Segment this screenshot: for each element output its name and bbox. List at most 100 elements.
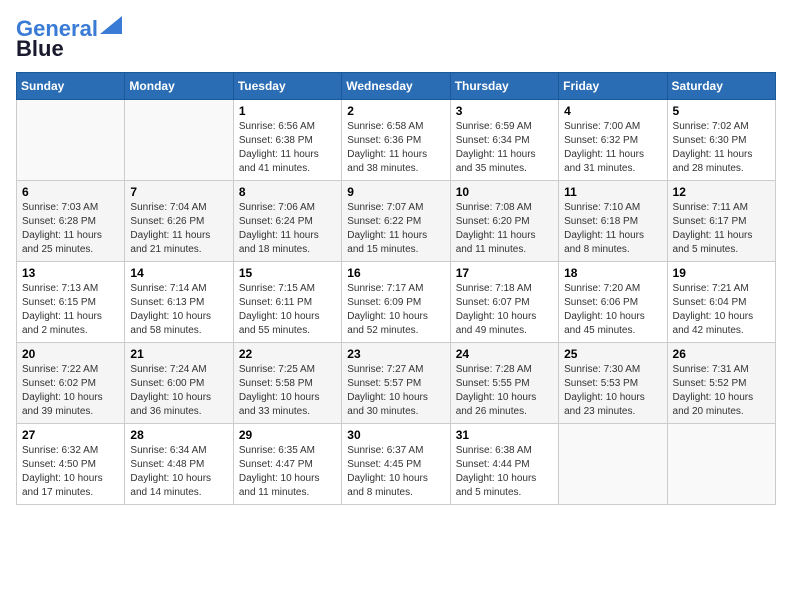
calendar-cell xyxy=(559,424,667,505)
day-number: 4 xyxy=(564,104,661,118)
day-info: Sunrise: 7:31 AM Sunset: 5:52 PM Dayligh… xyxy=(673,363,770,419)
calendar-cell: 26 Sunrise: 7:31 AM Sunset: 5:52 PM Dayli… xyxy=(667,343,775,424)
calendar-cell: 2Sunrise: 6:58 AM Sunset: 6:36 PM Daylig… xyxy=(342,100,450,181)
day-number: 17 xyxy=(456,266,553,280)
day-number: 12 xyxy=(673,185,770,199)
calendar-week-row: 27 Sunrise: 6:32 AM Sunset: 4:50 PM Dayli… xyxy=(17,424,776,505)
calendar-cell: 17 Sunrise: 7:18 AM Sunset: 6:07 PM Dayli… xyxy=(450,262,558,343)
day-info: Sunrise: 7:02 AM Sunset: 6:30 PM Dayligh… xyxy=(673,120,770,176)
day-number: 15 xyxy=(239,266,336,280)
day-info: Sunrise: 7:22 AM Sunset: 6:02 PM Dayligh… xyxy=(22,363,119,419)
calendar-cell xyxy=(125,100,233,181)
weekday-header: Thursday xyxy=(450,73,558,100)
day-info: Sunrise: 6:32 AM Sunset: 4:50 PM Dayligh… xyxy=(22,444,119,500)
day-info: Sunrise: 7:28 AM Sunset: 5:55 PM Dayligh… xyxy=(456,363,553,419)
day-number: 2 xyxy=(347,104,444,118)
calendar-cell: 19 Sunrise: 7:21 AM Sunset: 6:04 PM Dayli… xyxy=(667,262,775,343)
day-number: 27 xyxy=(22,428,119,442)
calendar-cell: 22 Sunrise: 7:25 AM Sunset: 5:58 PM Dayli… xyxy=(233,343,341,424)
calendar-cell: 4 Sunrise: 7:00 AM Sunset: 6:32 PM Daylig… xyxy=(559,100,667,181)
calendar-cell: 5 Sunrise: 7:02 AM Sunset: 6:30 PM Daylig… xyxy=(667,100,775,181)
calendar-cell: 18 Sunrise: 7:20 AM Sunset: 6:06 PM Dayli… xyxy=(559,262,667,343)
day-number: 31 xyxy=(456,428,553,442)
calendar-cell xyxy=(667,424,775,505)
calendar-cell: 25 Sunrise: 7:30 AM Sunset: 5:53 PM Dayli… xyxy=(559,343,667,424)
day-info: Sunrise: 7:17 AM Sunset: 6:09 PM Dayligh… xyxy=(347,282,444,338)
day-info: Sunrise: 7:04 AM Sunset: 6:26 PM Dayligh… xyxy=(130,201,227,257)
day-info: Sunrise: 6:56 AM Sunset: 6:38 PM Dayligh… xyxy=(239,120,336,176)
calendar-cell: 20 Sunrise: 7:22 AM Sunset: 6:02 PM Dayli… xyxy=(17,343,125,424)
calendar-cell xyxy=(17,100,125,181)
calendar-week-row: 1 Sunrise: 6:56 AM Sunset: 6:38 PM Daylig… xyxy=(17,100,776,181)
day-info: Sunrise: 7:03 AM Sunset: 6:28 PM Dayligh… xyxy=(22,201,119,257)
calendar-cell: 10 Sunrise: 7:08 AM Sunset: 6:20 PM Dayli… xyxy=(450,181,558,262)
weekday-header: Tuesday xyxy=(233,73,341,100)
day-info: Sunrise: 7:13 AM Sunset: 6:15 PM Dayligh… xyxy=(22,282,119,338)
calendar-cell: 8 Sunrise: 7:06 AM Sunset: 6:24 PM Daylig… xyxy=(233,181,341,262)
calendar-cell: 13 Sunrise: 7:13 AM Sunset: 6:15 PM Dayli… xyxy=(17,262,125,343)
day-number: 11 xyxy=(564,185,661,199)
calendar-cell: 6 Sunrise: 7:03 AM Sunset: 6:28 PM Daylig… xyxy=(17,181,125,262)
calendar-cell: 14Sunrise: 7:14 AM Sunset: 6:13 PM Dayli… xyxy=(125,262,233,343)
calendar-cell: 28 Sunrise: 6:34 AM Sunset: 4:48 PM Dayli… xyxy=(125,424,233,505)
day-number: 8 xyxy=(239,185,336,199)
day-number: 24 xyxy=(456,347,553,361)
calendar-cell: 3 Sunrise: 6:59 AM Sunset: 6:34 PM Daylig… xyxy=(450,100,558,181)
day-number: 18 xyxy=(564,266,661,280)
day-info: Sunrise: 7:30 AM Sunset: 5:53 PM Dayligh… xyxy=(564,363,661,419)
calendar-cell: 15 Sunrise: 7:15 AM Sunset: 6:11 PM Dayli… xyxy=(233,262,341,343)
day-number: 6 xyxy=(22,185,119,199)
day-info: Sunrise: 6:34 AM Sunset: 4:48 PM Dayligh… xyxy=(130,444,227,500)
day-info: Sunrise: 6:38 AM Sunset: 4:44 PM Dayligh… xyxy=(456,444,553,500)
day-number: 22 xyxy=(239,347,336,361)
day-info: Sunrise: 7:10 AM Sunset: 6:18 PM Dayligh… xyxy=(564,201,661,257)
page-header: General Blue xyxy=(16,16,776,60)
day-info: Sunrise: 7:24 AM Sunset: 6:00 PM Dayligh… xyxy=(130,363,227,419)
day-info: Sunrise: 6:35 AM Sunset: 4:47 PM Dayligh… xyxy=(239,444,336,500)
day-number: 20 xyxy=(22,347,119,361)
weekday-header: Saturday xyxy=(667,73,775,100)
calendar-table: SundayMondayTuesdayWednesdayThursdayFrid… xyxy=(16,72,776,505)
day-info: Sunrise: 7:21 AM Sunset: 6:04 PM Dayligh… xyxy=(673,282,770,338)
calendar-cell: 7Sunrise: 7:04 AM Sunset: 6:26 PM Daylig… xyxy=(125,181,233,262)
weekday-header: Monday xyxy=(125,73,233,100)
calendar-cell: 12Sunrise: 7:11 AM Sunset: 6:17 PM Dayli… xyxy=(667,181,775,262)
day-info: Sunrise: 7:20 AM Sunset: 6:06 PM Dayligh… xyxy=(564,282,661,338)
day-number: 13 xyxy=(22,266,119,280)
day-info: Sunrise: 7:18 AM Sunset: 6:07 PM Dayligh… xyxy=(456,282,553,338)
calendar-cell: 30Sunrise: 6:37 AM Sunset: 4:45 PM Dayli… xyxy=(342,424,450,505)
day-number: 9 xyxy=(347,185,444,199)
day-number: 5 xyxy=(673,104,770,118)
calendar-cell: 9 Sunrise: 7:07 AM Sunset: 6:22 PM Daylig… xyxy=(342,181,450,262)
day-number: 10 xyxy=(456,185,553,199)
calendar-cell: 23 Sunrise: 7:27 AM Sunset: 5:57 PM Dayli… xyxy=(342,343,450,424)
day-info: Sunrise: 7:27 AM Sunset: 5:57 PM Dayligh… xyxy=(347,363,444,419)
calendar-cell: 1 Sunrise: 6:56 AM Sunset: 6:38 PM Daylig… xyxy=(233,100,341,181)
calendar-cell: 24 Sunrise: 7:28 AM Sunset: 5:55 PM Dayli… xyxy=(450,343,558,424)
calendar-cell: 29Sunrise: 6:35 AM Sunset: 4:47 PM Dayli… xyxy=(233,424,341,505)
day-info: Sunrise: 7:07 AM Sunset: 6:22 PM Dayligh… xyxy=(347,201,444,257)
day-number: 1 xyxy=(239,104,336,118)
day-info: Sunrise: 7:15 AM Sunset: 6:11 PM Dayligh… xyxy=(239,282,336,338)
logo-arrow-icon xyxy=(100,16,122,34)
day-number: 16 xyxy=(347,266,444,280)
day-number: 14 xyxy=(130,266,227,280)
day-info: Sunrise: 7:06 AM Sunset: 6:24 PM Dayligh… xyxy=(239,201,336,257)
day-info: Sunrise: 7:00 AM Sunset: 6:32 PM Dayligh… xyxy=(564,120,661,176)
calendar-header-row: SundayMondayTuesdayWednesdayThursdayFrid… xyxy=(17,73,776,100)
weekday-header: Sunday xyxy=(17,73,125,100)
day-info: Sunrise: 7:08 AM Sunset: 6:20 PM Dayligh… xyxy=(456,201,553,257)
day-number: 19 xyxy=(673,266,770,280)
day-number: 25 xyxy=(564,347,661,361)
day-number: 23 xyxy=(347,347,444,361)
logo-blue: Blue xyxy=(16,38,64,60)
calendar-cell: 11 Sunrise: 7:10 AM Sunset: 6:18 PM Dayli… xyxy=(559,181,667,262)
day-number: 26 xyxy=(673,347,770,361)
calendar-week-row: 6 Sunrise: 7:03 AM Sunset: 6:28 PM Daylig… xyxy=(17,181,776,262)
day-number: 28 xyxy=(130,428,227,442)
day-number: 3 xyxy=(456,104,553,118)
weekday-header: Friday xyxy=(559,73,667,100)
day-info: Sunrise: 6:37 AM Sunset: 4:45 PM Dayligh… xyxy=(347,444,444,500)
day-info: Sunrise: 6:59 AM Sunset: 6:34 PM Dayligh… xyxy=(456,120,553,176)
day-info: Sunrise: 7:25 AM Sunset: 5:58 PM Dayligh… xyxy=(239,363,336,419)
